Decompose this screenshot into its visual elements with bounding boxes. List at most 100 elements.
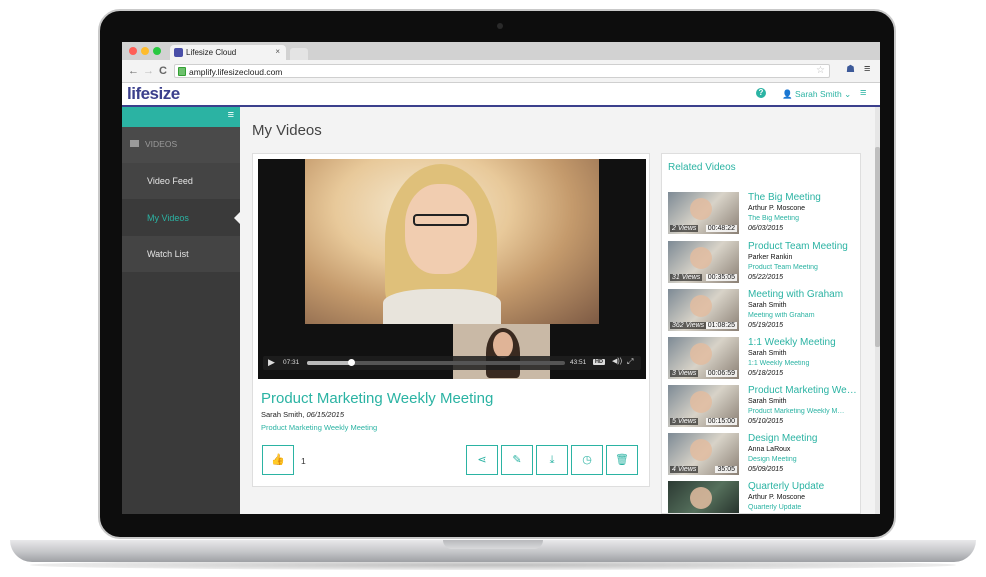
related-videos-title: Related Videos [668, 162, 736, 173]
related-video-channel[interactable]: Product Team Meeting [748, 264, 860, 271]
laptop-notch [443, 540, 543, 549]
related-video-date: 05/19/2015 [748, 322, 784, 329]
sidebar-item-watch-list[interactable]: Watch List [122, 236, 240, 273]
pip-face [493, 332, 513, 358]
scrollbar-thumb[interactable] [875, 147, 880, 347]
related-video-channel[interactable]: 1:1 Weekly Meeting [748, 360, 860, 367]
duration: 43:51 [570, 359, 587, 366]
fullscreen-icon[interactable]: ⤢ [627, 357, 633, 367]
sidebar-item-video-feed[interactable]: Video Feed [122, 163, 240, 200]
tab-close-icon[interactable]: × [275, 47, 280, 56]
browser-tab[interactable]: Lifesize Cloud × [170, 45, 286, 60]
share-button[interactable]: ⋖ [466, 445, 498, 475]
related-video-thumbnail[interactable]: 362 Views 01:08:25 [668, 289, 739, 331]
minimize-window-button[interactable] [141, 47, 149, 55]
close-window-button[interactable] [129, 47, 137, 55]
browser-tabbar: Lifesize Cloud × [122, 42, 880, 60]
video-duration: 00:15:00 [705, 418, 737, 425]
sidebar-toggle-button[interactable]: ≡ [122, 107, 240, 127]
back-icon[interactable]: ← [128, 65, 139, 77]
related-video-title[interactable]: Design Meeting [748, 433, 860, 444]
related-video-date: 06/03/2015 [748, 225, 784, 232]
related-video-thumbnail[interactable]: 4 Views 35:05 [668, 433, 739, 475]
video-camera-icon [130, 140, 139, 147]
progress-fill [307, 361, 352, 365]
hamburger-menu-icon[interactable]: ≡ [860, 87, 866, 99]
bookmark-star-icon[interactable]: ☆ [816, 65, 825, 76]
related-video-title[interactable]: 1:1 Weekly Meeting [748, 337, 860, 348]
sidebar-item-my-videos[interactable]: My Videos [122, 200, 240, 236]
zoom-window-button[interactable] [153, 47, 161, 55]
related-video-item[interactable]: Quarterly Update Arthur P. Moscone Quart… [668, 481, 860, 513]
sidebar-menu-icon: ≡ [227, 109, 234, 121]
hd-badge[interactable]: HD [593, 359, 605, 365]
extension-icon[interactable]: ☗ [846, 64, 858, 76]
related-video-title[interactable]: Meeting with Graham [748, 289, 860, 300]
laptop-base [10, 540, 976, 562]
lifesize-logo[interactable]: lifesize [127, 84, 180, 104]
related-video-thumbnail[interactable] [668, 481, 739, 513]
sidebar-item-label: My Videos [147, 213, 189, 223]
reload-icon[interactable]: C [159, 65, 167, 77]
play-icon[interactable]: ▶ [268, 357, 275, 368]
tab-title: Lifesize Cloud [186, 48, 237, 57]
related-video-date: 05/18/2015 [748, 370, 784, 377]
related-video-thumbnail[interactable]: 31 Views 00:35:05 [668, 241, 739, 283]
user-menu[interactable]: 👤 Sarah Smith ⌄ [782, 89, 851, 100]
speaker-glasses [413, 214, 469, 226]
watch-later-button[interactable]: ◷ [571, 445, 603, 475]
new-tab-button[interactable] [290, 48, 308, 60]
related-video-channel[interactable]: Product Marketing Weekly M… [748, 408, 860, 415]
download-icon: ⤓ [549, 454, 555, 466]
video-player[interactable]: ▶ 07:31 43:51 HD ◀)) ⤢ [258, 159, 646, 379]
view-count: 2 Views [670, 225, 699, 232]
related-video-item[interactable]: 4 Views 35:05 Design Meeting Anna LaRoux… [668, 433, 860, 481]
progress-track[interactable] [307, 359, 565, 366]
video-channel-link[interactable]: Product Marketing Weekly Meeting [261, 423, 377, 432]
video-duration: 35:05 [715, 466, 737, 473]
delete-button[interactable]: 🗑 [606, 445, 638, 475]
url-text: amplify.lifesizecloud.com [189, 67, 283, 77]
webcam [497, 23, 503, 29]
forward-icon[interactable]: → [143, 65, 154, 77]
related-video-thumbnail[interactable]: 2 Views 00:48:22 [668, 192, 739, 234]
related-video-item[interactable]: 5 Views 00:15:00 Product Marketing Wee… … [668, 385, 860, 433]
browser-menu-icon[interactable]: ≡ [864, 63, 870, 75]
player-controls: ▶ 07:31 43:51 HD ◀)) ⤢ [263, 356, 641, 370]
related-video-title[interactable]: Product Marketing Wee… [748, 385, 860, 396]
volume-icon[interactable]: ◀)) [612, 357, 622, 365]
like-count: 1 [301, 456, 306, 466]
edit-button[interactable]: ✎ [501, 445, 533, 475]
related-video-item[interactable]: 2 Views 00:48:22 The Big Meeting Arthur … [668, 192, 860, 240]
address-bar[interactable]: amplify.lifesizecloud.com ☆ [174, 64, 830, 78]
related-video-channel[interactable]: Meeting with Graham [748, 312, 860, 319]
lifesize-favicon-icon [174, 48, 183, 57]
related-video-item[interactable]: 31 Views 00:35:05 Product Team Meeting P… [668, 241, 860, 289]
sidebar-section-videos: VIDEOS [122, 127, 240, 163]
related-video-channel[interactable]: The Big Meeting [748, 215, 860, 222]
related-video-title[interactable]: Product Team Meeting [748, 241, 860, 252]
download-button[interactable]: ⤓ [536, 445, 568, 475]
related-video-title[interactable]: Quarterly Update [748, 481, 860, 492]
related-video-channel[interactable]: Design Meeting [748, 456, 860, 463]
related-video-owner: Sarah Smith [748, 398, 787, 405]
speaker-shirt [383, 289, 501, 324]
sidebar-item-label: Watch List [147, 249, 189, 259]
related-video-thumbnail[interactable]: 5 Views 00:15:00 [668, 385, 739, 427]
related-video-item[interactable]: 362 Views 01:08:25 Meeting with Graham S… [668, 289, 860, 337]
related-video-owner: Anna LaRoux [748, 446, 791, 453]
view-count: 31 Views [670, 274, 703, 281]
related-video-channel[interactable]: Quarterly Update [748, 504, 860, 511]
help-icon[interactable]: ? [756, 88, 766, 98]
like-button[interactable]: 👍 [262, 445, 294, 475]
video-duration: 00:06:59 [705, 370, 737, 377]
main-content: My Videos ▶ 07:31 43:51 HD ◀)) ⤢ Product… [240, 107, 880, 514]
page-scrollbar[interactable] [875, 107, 880, 514]
related-video-thumbnail[interactable]: 3 Views 00:06:59 [668, 337, 739, 379]
related-video-title[interactable]: The Big Meeting [748, 192, 860, 203]
sidebar-item-label: Video Feed [147, 176, 193, 186]
scrubber-handle[interactable] [348, 359, 356, 366]
related-video-item[interactable]: 3 Views 00:06:59 1:1 Weekly Meeting Sara… [668, 337, 860, 385]
picture-in-picture [453, 324, 550, 379]
video-frame [305, 159, 599, 324]
